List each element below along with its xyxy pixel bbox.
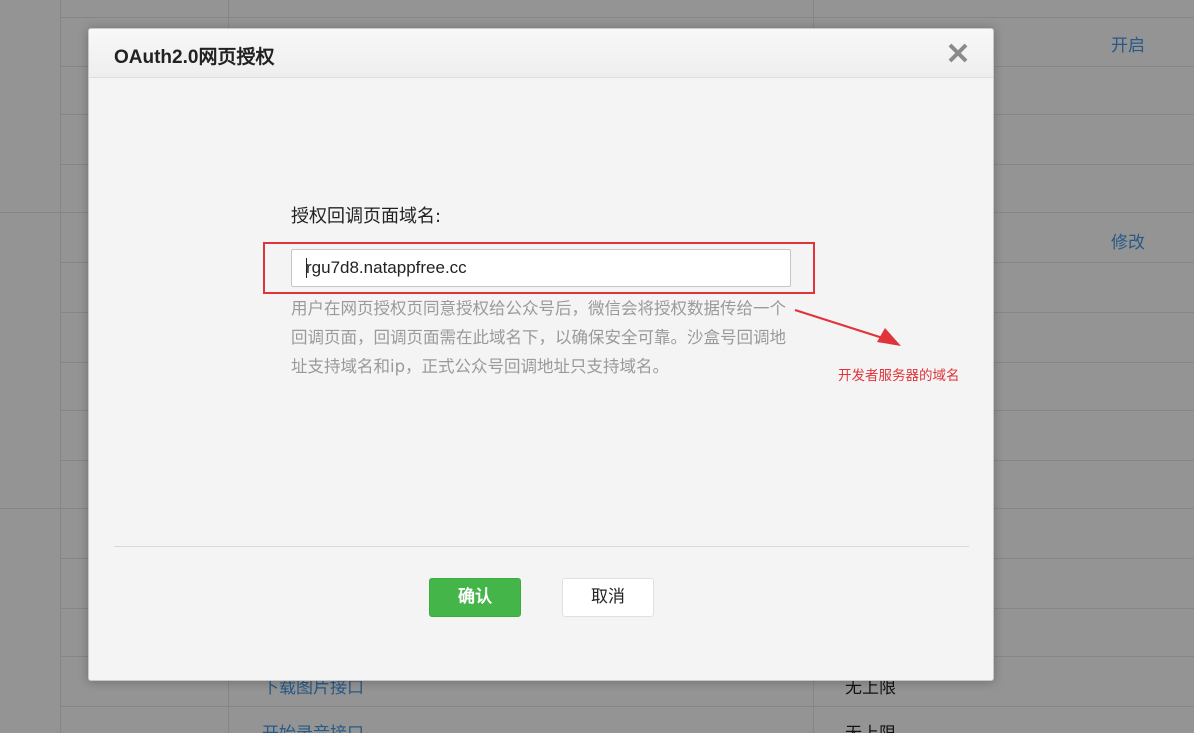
dialog-title: OAuth2.0网页授权: [114, 47, 275, 68]
annotation-label: 开发者服务器的域名: [838, 368, 960, 384]
dialog-header: OAuth2.0网页授权: [89, 29, 993, 78]
dialog-body: 授权回调页面域名: 用户在网页授权页同意授权给公众号后，微信会将授权数据传给一个…: [89, 78, 993, 680]
annotation-highlight-box: [263, 242, 815, 294]
domain-help-text: 用户在网页授权页同意授权给公众号后，微信会将授权数据传给一个回调页面，回调页面需…: [291, 299, 786, 376]
page: 开启 修改 下载图片接口 开始录音接口 无上限 无上限 OAuth2.0网页授权…: [0, 0, 1194, 733]
close-button[interactable]: [947, 41, 969, 65]
cancel-button[interactable]: 取消: [562, 578, 654, 617]
domain-field-label: 授权回调页面域名:: [291, 206, 442, 227]
oauth-dialog: OAuth2.0网页授权 授权回调页面域名: 用户在网页授权页同意授权给公众号后…: [88, 28, 994, 681]
annotation-arrow-icon: [794, 308, 901, 346]
footer-divider: [114, 546, 969, 547]
close-icon: [948, 43, 968, 63]
confirm-button[interactable]: 确认: [429, 578, 521, 617]
